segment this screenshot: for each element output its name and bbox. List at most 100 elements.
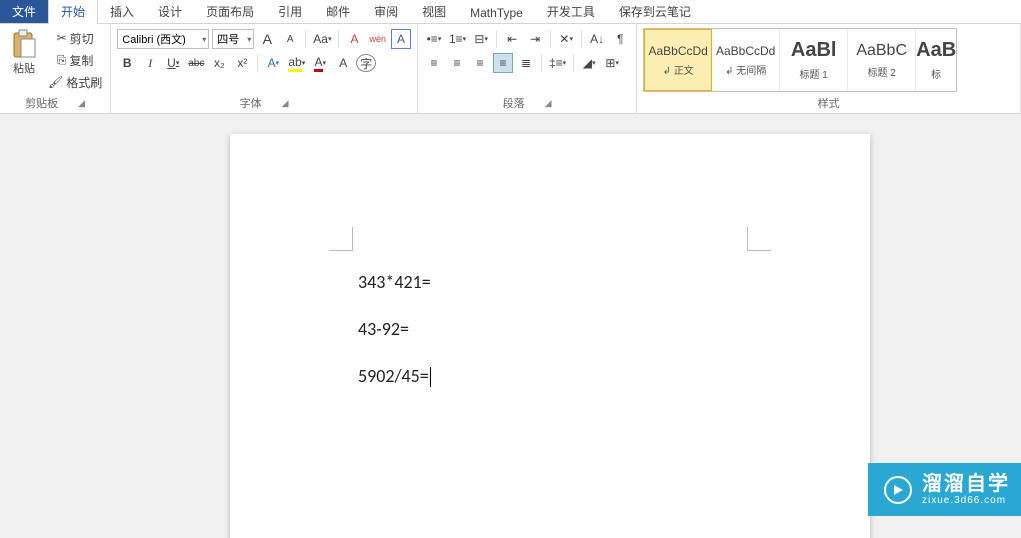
cut-label: 剪切 [70,30,94,47]
document-area: 343*421= 43-92= 5902/45= 溜溜自学 zixue.3d66… [0,114,1021,538]
tab-review[interactable]: 审阅 [362,0,410,23]
char-border-button[interactable]: A [391,29,411,49]
align-center-button[interactable]: ≡ [447,53,467,73]
brush-icon: 🖌 [48,75,63,89]
paste-button[interactable]: 粘贴 [6,28,42,78]
char-shading-button[interactable]: A [333,53,353,73]
align-left-icon: ≡ [430,56,437,70]
text-effects-button[interactable]: A▾ [263,53,283,73]
sort-button[interactable]: A↓ [587,29,607,49]
text-line[interactable]: 343*421= [358,259,431,306]
bold-button[interactable]: B [117,53,137,73]
group-paragraph-label: 段落 [503,95,525,111]
group-styles-label: 样式 [818,95,840,111]
tab-developer[interactable]: 开发工具 [535,0,607,23]
align-distribute-button[interactable]: ≣ [516,53,536,73]
style-preview: AaBbCcDd [716,44,775,58]
clear-format-button[interactable]: A [344,29,364,49]
grow-font-button[interactable]: A [257,29,277,49]
style-preview: AaBbCcDd [648,44,707,58]
pilcrow-icon: ¶ [617,32,623,46]
numbering-button[interactable]: 1≡▾ [447,29,468,49]
text-line[interactable]: 43-92= [358,306,431,353]
italic-button[interactable]: I [140,53,160,73]
cut-icon: ✂ [57,31,67,45]
highlight-button[interactable]: ab▾ [286,53,307,73]
format-painter-button[interactable]: 🖌 格式刷 [46,72,104,92]
paste-icon [10,30,38,58]
superscript-button[interactable]: x² [232,53,252,73]
tab-references[interactable]: 引用 [266,0,314,23]
tab-view[interactable]: 视图 [410,0,458,23]
style-normal[interactable]: AaBbCcDd ↲ 正文 [644,29,712,91]
watermark-badge: 溜溜自学 zixue.3d66.com [868,463,1021,516]
group-clipboard: 粘贴 ✂ 剪切 ⎘ 复制 🖌 格式刷 剪贴板 ◢ [0,24,111,113]
copy-icon: ⎘ [57,53,67,68]
format-painter-label: 格式刷 [66,74,102,91]
decrease-indent-button[interactable]: ⇤ [502,29,522,49]
tab-mathtype[interactable]: MathType [458,2,535,23]
margin-corner-tr [747,227,771,251]
show-marks-button[interactable]: ¶ [610,29,630,49]
style-heading1[interactable]: AaBl 标题 1 [780,29,848,91]
change-case-button[interactable]: Aa▾ [311,29,333,49]
align-justify-icon: ≡ [499,56,506,70]
ribbon: 粘贴 ✂ 剪切 ⎘ 复制 🖌 格式刷 剪贴板 ◢ [0,24,1021,114]
multilevel-icon: ⊟ [474,32,484,46]
align-right-icon: ≡ [476,56,483,70]
tab-file[interactable]: 文件 [0,0,48,23]
asian-layout-button[interactable]: ✕▾ [556,29,576,49]
tab-savecloud[interactable]: 保存到云笔记 [607,0,703,23]
ribbon-tab-bar: 文件 开始 插入 设计 页面布局 引用 邮件 审阅 视图 MathType 开发… [0,0,1021,24]
tab-mailings[interactable]: 邮件 [314,0,362,23]
group-font: Calibri (西文) 四号 A A Aa▾ A wén A B I U▾ a… [111,24,418,113]
cut-button[interactable]: ✂ 剪切 [46,28,104,48]
line-spacing-icon: ‡≡ [549,56,563,70]
style-heading2[interactable]: AaBbC 标题 2 [848,29,916,91]
increase-indent-button[interactable]: ⇥ [525,29,545,49]
subscript-button[interactable]: x₂ [209,53,229,73]
multilevel-button[interactable]: ⊟▾ [471,29,491,49]
group-font-label: 字体 [240,95,262,111]
font-size-combo[interactable]: 四号 [212,29,254,49]
tab-home[interactable]: 开始 [48,0,98,24]
line-spacing-button[interactable]: ‡≡▾ [547,53,568,73]
font-color-button[interactable]: A▾ [310,53,330,73]
align-distribute-icon: ≣ [521,56,531,70]
style-preview: AaBl [791,39,837,62]
borders-button[interactable]: ⊞▾ [602,53,622,73]
margin-corner-tl [329,227,353,251]
style-preview: AaB [916,39,956,62]
strike-button[interactable]: abc [186,53,206,73]
underline-button[interactable]: U▾ [163,53,183,73]
borders-icon: ⊞ [605,56,615,70]
clipboard-dialog-launcher[interactable]: ◢ [78,98,85,109]
shading-button[interactable]: ◢▾ [579,53,599,73]
shrink-font-button[interactable]: A [280,29,300,49]
style-name-label: 标题 1 [800,66,828,81]
align-left-button[interactable]: ≡ [424,53,444,73]
styles-gallery[interactable]: AaBbCcDd ↲ 正文 AaBbCcDd ↲ 无间隔 AaBl 标题 1 A… [643,28,957,92]
bullets-button[interactable]: •≡▾ [424,29,444,49]
tab-insert[interactable]: 插入 [98,0,146,23]
style-nospacing[interactable]: AaBbCcDd ↲ 无间隔 [712,29,780,91]
document-page[interactable]: 343*421= 43-92= 5902/45= [230,134,870,538]
align-right-button[interactable]: ≡ [470,53,490,73]
shading-icon: ◢ [583,56,592,70]
style-title[interactable]: AaB 标 [916,29,956,91]
style-name-label: 标 [931,66,941,81]
page-content[interactable]: 343*421= 43-92= 5902/45= [358,259,431,399]
align-justify-button[interactable]: ≡ [493,53,513,73]
text-line[interactable]: 5902/45= [358,353,431,400]
tab-design[interactable]: 设计 [146,0,194,23]
font-dialog-launcher[interactable]: ◢ [282,98,289,109]
phonetic-guide-button[interactable]: wén [367,29,388,49]
font-name-combo[interactable]: Calibri (西文) [117,29,209,49]
group-paragraph: •≡▾ 1≡▾ ⊟▾ ⇤ ⇥ ✕▾ A↓ ¶ ≡ ≡ ≡ ≡ ≣ ‡≡▾ [418,24,637,113]
copy-button[interactable]: ⎘ 复制 [46,50,104,70]
enclose-char-button[interactable]: 字 [356,54,376,72]
tab-layout[interactable]: 页面布局 [194,0,266,23]
paragraph-dialog-launcher[interactable]: ◢ [545,98,552,109]
copy-label: 复制 [69,52,93,69]
play-icon [884,476,912,504]
